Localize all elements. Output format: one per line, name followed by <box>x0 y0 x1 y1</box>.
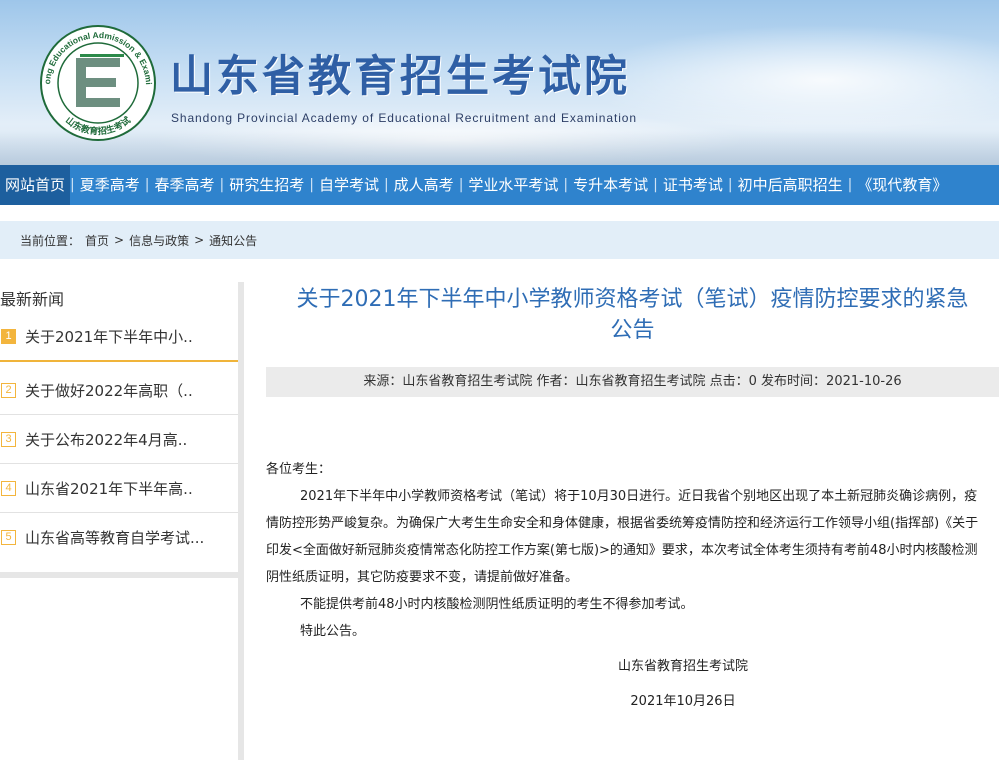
news-list-item[interactable]: 3 关于公布2022年4月高.. <box>0 415 238 464</box>
article-meta-bar: 来源：山东省教育招生考试院 作者：山东省教育招生考试院 点击：0 发布时间：20… <box>266 367 999 397</box>
header-banner: Shandong Educational Admission & Examina… <box>0 0 999 165</box>
news-link[interactable]: 关于做好2022年高职（.. <box>25 380 193 401</box>
news-link[interactable]: 山东省2021年下半年高.. <box>25 478 193 499</box>
news-link[interactable]: 关于2021年下半年中小.. <box>25 326 193 347</box>
sidebar-latest-news: 最新新闻 1 关于2021年下半年中小.. 2 关于做好2022年高职（.. 3… <box>0 282 244 760</box>
breadcrumb-separator: > <box>114 233 125 247</box>
news-list-item[interactable]: 4 山东省2021年下半年高.. <box>0 464 238 513</box>
breadcrumb-item-policy[interactable]: 信息与政策 <box>129 232 189 249</box>
news-link[interactable]: 关于公布2022年4月高.. <box>25 429 187 450</box>
article-title-line: 关于2021年下半年中小学教师资格考试（笔试）疫情防控要求的紧急 <box>296 287 969 312</box>
breadcrumb-item-home[interactable]: 首页 <box>85 232 109 249</box>
nav-item-0[interactable]: 网站首页 <box>0 165 71 205</box>
nav-item-5[interactable]: 成人高考 <box>389 165 459 205</box>
news-link[interactable]: 山东省高等教育自学考试... <box>25 527 204 548</box>
news-number-badge: 5 <box>1 530 16 545</box>
nav-item-7[interactable]: 专升本考试 <box>568 165 653 205</box>
nav-item-10[interactable]: 《现代教育》 <box>852 165 952 205</box>
news-number-badge: 2 <box>1 382 16 398</box>
nav-item-6[interactable]: 学业水平考试 <box>463 165 563 205</box>
article-paragraph: 特此公告。 <box>300 624 366 639</box>
nav-item-3[interactable]: 研究生招考 <box>224 165 309 205</box>
article-paragraph: 2021年下半年中小学教师资格考试（笔试）将于10月30日进行。近日我省个别地区… <box>266 489 979 585</box>
site-subtitle: Shandong Provincial Academy of Education… <box>171 111 637 125</box>
site-logo-emblem[interactable]: Shandong Educational Admission & Examina… <box>36 24 160 142</box>
breadcrumb: 当前位置： 首页 > 信息与政策 > 通知公告 <box>0 221 999 259</box>
breadcrumb-label: 当前位置： <box>20 233 81 248</box>
article-date: 2021年10月26日 <box>630 694 736 709</box>
article-body: 各位考生： 2021年下半年中小学教师资格考试（笔试）将于10月30日进行。近日… <box>266 456 990 715</box>
nav-item-8[interactable]: 证书考试 <box>658 165 728 205</box>
nav-item-4[interactable]: 自学考试 <box>314 165 384 205</box>
article-title-line: 公告 <box>610 318 655 343</box>
nav-item-1[interactable]: 夏季高考 <box>75 165 145 205</box>
nav-item-9[interactable]: 初中后高职招生 <box>733 165 848 205</box>
nav-item-2[interactable]: 春季高考 <box>149 165 219 205</box>
news-number-badge: 1 <box>1 329 16 344</box>
article-salutation: 各位考生： <box>266 462 332 477</box>
breadcrumb-item-notices[interactable]: 通知公告 <box>209 232 257 249</box>
sidebar-divider <box>0 572 240 578</box>
news-number-badge: 4 <box>1 480 16 496</box>
article-title: 关于2021年下半年中小学教师资格考试（笔试）疫情防控要求的紧急 公告 <box>266 284 999 346</box>
news-list-item[interactable]: 2 关于做好2022年高职（.. <box>0 366 238 415</box>
site-title[interactable]: 山东省教育招生考试院 <box>170 42 630 104</box>
article-signature: 山东省教育招生考试院 <box>617 659 748 674</box>
breadcrumb-separator: > <box>194 233 205 247</box>
news-list-item[interactable]: 5 山东省高等教育自学考试... <box>0 513 238 562</box>
news-number-badge: 3 <box>1 431 16 447</box>
sidebar-title: 最新新闻 <box>0 290 65 309</box>
news-list-item[interactable]: 1 关于2021年下半年中小.. <box>0 313 238 362</box>
article-paragraph: 不能提供考前48小时内核酸检测阴性纸质证明的考生不得参加考试。 <box>300 597 694 612</box>
main-nav: 网站首页 | 夏季高考 | 春季高考 | 研究生招考 | 自学考试 | 成人高考 | 学业水平考试 | 专升… <box>0 165 999 205</box>
